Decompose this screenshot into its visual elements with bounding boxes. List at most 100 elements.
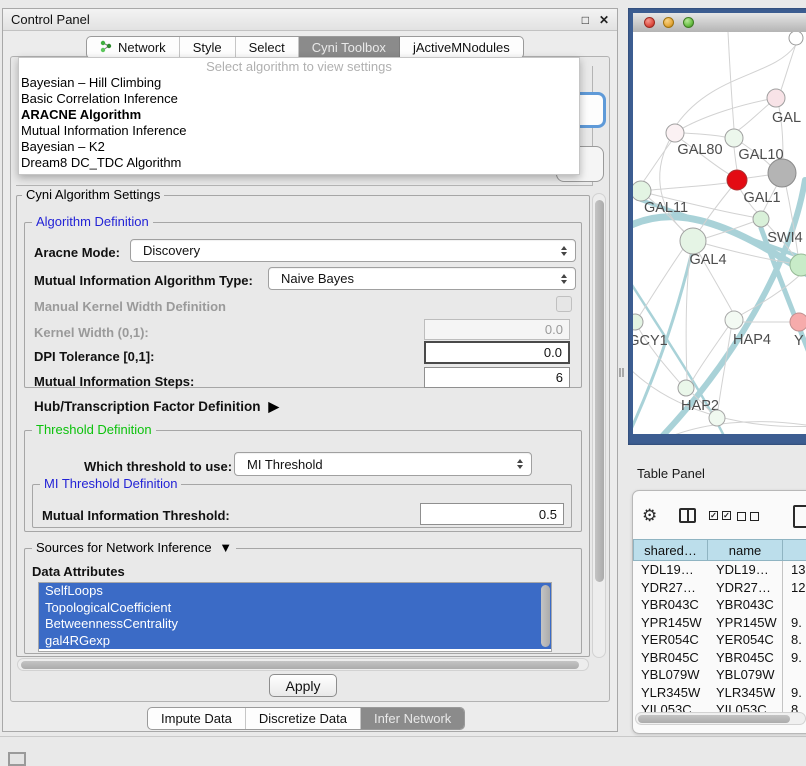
table-cell[interactable]: YDL19… [633,561,708,579]
table-column-header[interactable]: shared… [633,539,708,561]
table-cell[interactable]: YER054C [708,631,783,649]
table-cell[interactable]: YDR27… [633,579,708,597]
network-node[interactable] [767,89,785,107]
checked-checkbox-icon[interactable]: ✓ [722,511,731,520]
minimized-panel-fragment[interactable] [8,752,26,766]
network-edge[interactable] [781,44,796,90]
expanded-arrow-icon[interactable]: ▼ [219,540,232,555]
table-cell[interactable] [783,666,806,684]
unchecked-checkbox-icon[interactable] [750,512,759,521]
network-node[interactable] [768,159,796,187]
network-node[interactable] [680,228,706,254]
gear-icon[interactable]: ⚙ [642,506,657,526]
minimize-traffic-light[interactable] [663,17,674,28]
tab-cyni-toolbox[interactable]: Cyni Toolbox [299,37,400,58]
column-selector-icon[interactable] [679,508,696,523]
network-edge[interactable] [684,133,725,137]
network-node[interactable] [789,32,803,45]
table-column-header[interactable]: name [708,539,783,561]
table-cell[interactable]: YBR045C [708,649,783,667]
network-edge[interactable] [737,104,769,131]
table-cell[interactable]: YLR345W [708,684,783,702]
settings-vscroll-thumb[interactable] [595,200,604,582]
network-node[interactable] [666,124,684,142]
tab-select[interactable]: Select [236,37,299,58]
table-column-header[interactable] [783,539,806,561]
mi-type-combo[interactable]: Naive Bayes [268,267,576,290]
network-node[interactable] [633,181,651,201]
network-node[interactable] [678,380,694,396]
float-window-icon[interactable]: □ [582,14,589,26]
table-cell[interactable]: YLR345W [633,684,708,702]
tab-impute-data[interactable]: Impute Data [148,708,246,729]
network-node[interactable] [633,314,643,330]
apply-button[interactable]: Apply [269,674,337,697]
table-horizontal-scrollbar[interactable] [635,712,806,725]
algorithm-popup-item[interactable]: ARACNE Algorithm [19,107,579,123]
mi-steps-field[interactable] [424,367,570,388]
network-node[interactable] [709,410,725,426]
network-node[interactable] [725,311,743,329]
table-cell[interactable]: YBL079W [708,666,783,684]
zoom-traffic-light[interactable] [683,17,694,28]
algorithm-popup-item[interactable]: Dream8 DC_TDC Algorithm [19,155,579,171]
table-cell[interactable]: 12 [783,579,806,597]
table-cell[interactable]: 8. [783,631,806,649]
tab-network[interactable]: Network [87,37,180,58]
settings-hscroll-thumb[interactable] [21,661,579,669]
table-cell[interactable]: YBR043C [708,596,783,614]
attribute-list-item[interactable]: gal4RGexp [39,633,551,650]
network-edge[interactable] [734,147,737,170]
table-cell[interactable] [783,596,806,614]
collapsed-arrow-icon[interactable]: ▶ [269,399,279,415]
network-edge[interactable] [651,183,727,190]
network-edge[interactable] [728,32,734,129]
close-traffic-light[interactable] [644,17,655,28]
checked-checkbox-icon[interactable]: ✓ [709,511,718,520]
settings-horizontal-scrollbar[interactable] [17,658,589,671]
table-cell[interactable]: YPR145W [708,614,783,632]
tab-jactivemnodules[interactable]: jActiveMNodules [400,37,523,58]
algorithm-popup-item[interactable]: Mutual Information Inference [19,123,579,139]
network-node[interactable] [790,254,806,276]
table-cell[interactable]: 9. [783,684,806,702]
network-node[interactable] [753,211,769,227]
network-canvas[interactable]: GALGAL80GAL10GAL1GAL11SWI4GAL4GCY1HAP4YH… [633,32,806,434]
which-threshold-combo[interactable]: MI Threshold [234,452,532,476]
data-attributes-list[interactable]: SelfLoopsTopologicalCoefficientBetweenne… [38,582,552,652]
table-cell[interactable]: YDL19… [708,561,783,579]
network-node[interactable] [725,129,743,147]
attribute-list-item[interactable]: BetweennessCentrality [39,616,551,633]
function-builder-icon[interactable] [793,505,806,528]
dpi-tolerance-field[interactable] [424,341,570,364]
table-cell[interactable]: YDR27… [708,579,783,597]
mi-threshold-field[interactable] [420,503,564,525]
network-edge[interactable] [747,175,769,178]
table-cell[interactable]: YBR043C [633,596,708,614]
network-edge[interactable] [643,142,671,182]
table-cell[interactable]: YBR045C [633,649,708,667]
tab-discretize-data[interactable]: Discretize Data [246,708,361,729]
network-window-titlebar[interactable] [633,13,806,33]
sources-legend[interactable]: Sources for Network Inference ▼ [32,541,236,555]
network-node[interactable] [727,170,747,190]
hub-definition-toggle[interactable]: Hub/Transcription Factor Definition▶ [34,399,279,415]
attributes-vscroll-thumb[interactable] [541,585,550,647]
algorithm-popup-item[interactable]: Basic Correlation Inference [19,91,579,107]
network-graph[interactable]: GALGAL80GAL10GAL1GAL11SWI4GAL4GCY1HAP4YH… [633,32,806,434]
close-window-icon[interactable]: ✕ [599,14,609,26]
splitter-handle[interactable] [619,368,624,377]
table-cell[interactable]: YPR145W [633,614,708,632]
algorithm-popup-item[interactable]: Bayesian – Hill Climbing [19,75,579,91]
unchecked-checkbox-icon[interactable] [737,512,746,521]
network-node[interactable] [790,313,806,331]
table-cell[interactable]: 9. [783,649,806,667]
table-cell[interactable]: YBL079W [633,666,708,684]
attribute-list-item[interactable]: SelfLoops [39,583,551,600]
network-edge[interactable] [692,327,728,381]
tab-style[interactable]: Style [180,37,236,58]
table-cell[interactable]: 13 [783,561,806,579]
attribute-list-item[interactable]: TopologicalCoefficient [39,600,551,617]
settings-vertical-scrollbar[interactable] [592,193,606,658]
table-cell[interactable]: YER054C [633,631,708,649]
